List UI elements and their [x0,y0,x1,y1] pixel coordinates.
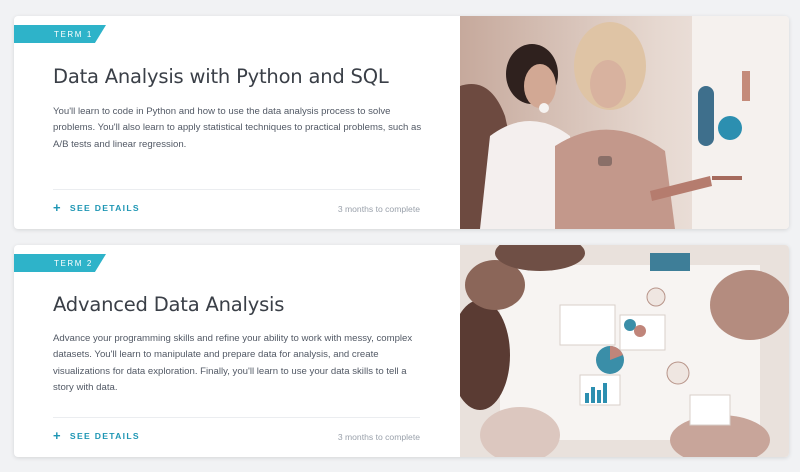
course-title: Advanced Data Analysis [53,293,285,316]
course-description: Advance your programming skills and refi… [53,333,413,394]
divider [53,189,420,190]
people-at-whiteboard-photo [460,16,789,229]
plus-icon: + [53,200,62,215]
team-table-charts-photo [460,245,789,457]
plus-icon: + [53,428,62,443]
duration-text: 3 months to complete [337,204,420,214]
see-details-button[interactable]: + SEE DETAILS [53,428,140,443]
term-card-2: TERM 2 Advanced Data Analysis Advance yo… [14,245,789,457]
see-details-label: SEE DETAILS [69,431,140,441]
course-title: Data Analysis with Python and SQL [53,65,389,88]
term-badge: TERM 2 [14,254,106,272]
see-details-label: SEE DETAILS [69,203,140,213]
course-description: You'll learn to code in Python and how t… [53,106,422,150]
duration-text: 3 months to complete [337,432,420,442]
term-card-1: TERM 1 Data Analysis with Python and SQL… [14,16,789,229]
term-card-text: TERM 2 Advanced Data Analysis Advance yo… [14,245,460,457]
term-card-text: TERM 1 Data Analysis with Python and SQL… [14,16,460,229]
see-details-button[interactable]: + SEE DETAILS [53,200,140,215]
term-badge: TERM 1 [14,25,106,43]
divider [53,417,420,418]
